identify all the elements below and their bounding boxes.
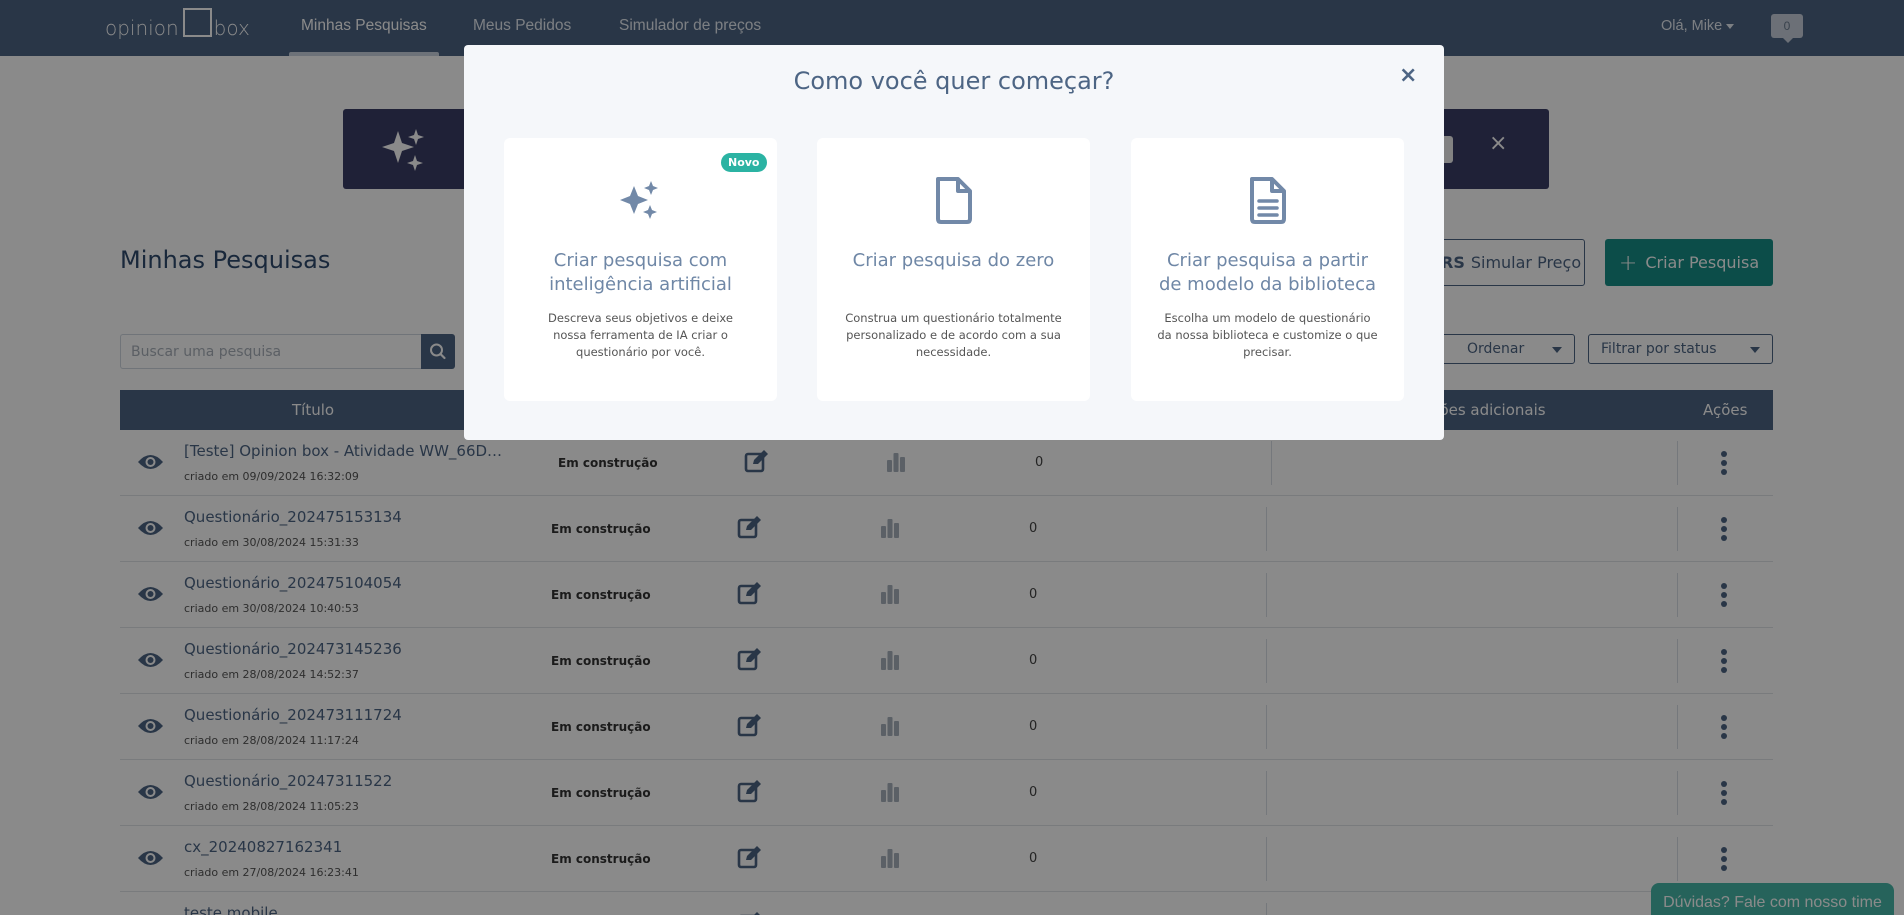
option-title: Criar pesquisa a partir de modelo da bib… — [1158, 250, 1377, 295]
start-survey-modal: Como você quer começar? × Novo Criar pes… — [464, 45, 1444, 440]
text-document-icon — [1250, 177, 1286, 224]
sparkles-icon — [620, 181, 658, 219]
close-icon[interactable]: × — [1399, 63, 1417, 88]
option-description: Construa um questionário totalmente pers… — [845, 311, 1062, 359]
option-library-template[interactable]: Criar pesquisa a partir de modelo da bib… — [1131, 138, 1404, 401]
blank-document-icon — [936, 177, 972, 224]
option-title: Criar pesquisa do zero — [852, 250, 1055, 271]
option-description: Descreva seus objetivos e deixe nossa fe… — [548, 311, 733, 359]
option-title: Criar pesquisa com inteligência artifici… — [549, 250, 732, 295]
modal-title: Como você quer começar? — [793, 67, 1115, 95]
option-description: Escolha um modelo de questionário da nos… — [1157, 311, 1378, 359]
option-blank-survey[interactable]: Criar pesquisa do zero Construa um quest… — [817, 138, 1090, 401]
option-ai-survey[interactable]: Novo Criar pesquisa com inteligência art… — [504, 138, 777, 401]
new-badge: Novo — [721, 153, 767, 172]
